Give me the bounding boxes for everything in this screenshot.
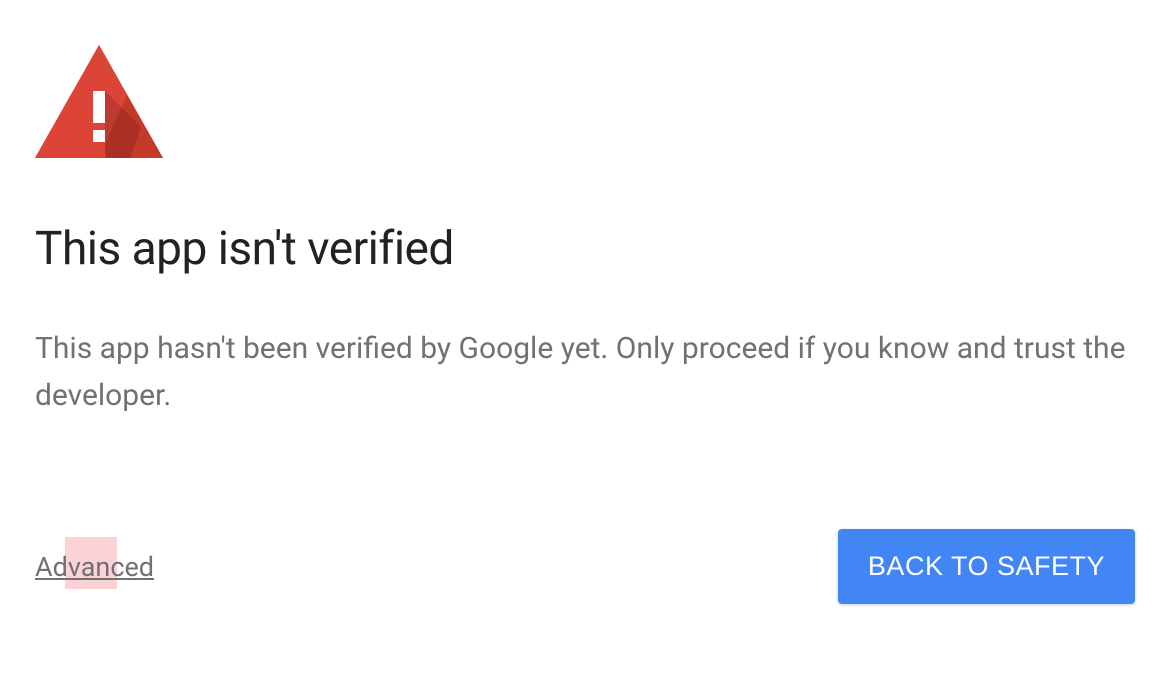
page-heading: This app isn't verified [35,222,1135,276]
back-to-safety-button[interactable]: BACK TO SAFETY [838,529,1135,604]
advanced-link[interactable]: Advanced [35,551,154,583]
actions-row: Advanced BACK TO SAFETY [35,529,1135,604]
advanced-label: Advanced [35,551,154,583]
warning-triangle-icon [35,45,1135,162]
warning-description: This app hasn't been verified by Google … [35,326,1135,419]
